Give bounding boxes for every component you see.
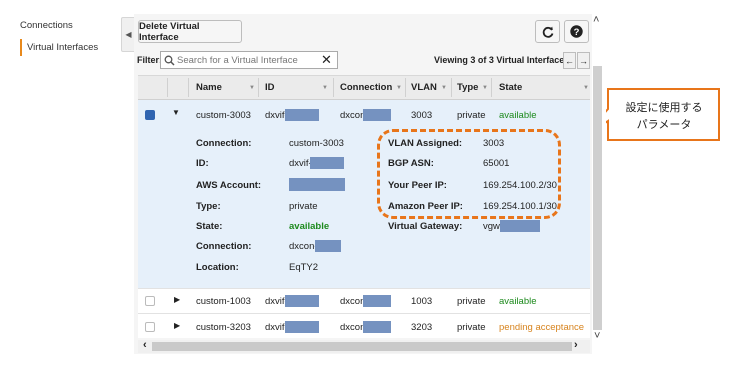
scroll-down-icon[interactable]: ˅ (594, 330, 600, 342)
previous-page-button[interactable]: ← (563, 52, 576, 69)
detail-label: Location: (196, 262, 239, 273)
sort-icon[interactable]: ▼ (322, 85, 328, 91)
detail-label: Connection: (196, 138, 252, 149)
detail-label: ID: (196, 158, 209, 169)
nav-active-indicator (20, 39, 22, 56)
sort-icon[interactable]: ▼ (482, 85, 488, 91)
callout-line1: 設定に使用する (625, 102, 703, 114)
vertical-scroll-thumb[interactable] (593, 66, 602, 330)
detail-value: private (289, 201, 318, 212)
column-divider (167, 78, 168, 97)
filter-label: Filter: (137, 55, 163, 65)
collapse-row-icon[interactable]: ▼ (172, 108, 180, 117)
detail-value: dxvif- (289, 158, 312, 169)
cell-vlan: 3203 (411, 322, 433, 333)
column-divider (188, 78, 189, 97)
cell-type: private (457, 110, 486, 121)
cell-name: custom-3203 (196, 322, 251, 333)
row-checkbox[interactable] (145, 110, 155, 120)
delete-virtual-interface-button[interactable]: Delete Virtual Interface (138, 20, 242, 43)
redacted-value (363, 295, 391, 307)
redacted-value (500, 220, 540, 232)
detail-value: available (289, 221, 330, 232)
column-divider (333, 78, 334, 97)
scroll-up-icon[interactable]: ˄ (593, 14, 599, 26)
callout-line2: パラメータ (636, 119, 692, 131)
column-header-vlan[interactable]: VLAN (411, 82, 437, 93)
arrow-left-icon: ← (565, 55, 574, 66)
search-icon (164, 55, 175, 66)
cell-state: available (499, 110, 537, 121)
detail-value: custom-3003 (289, 138, 344, 149)
cell-state: pending acceptance (499, 322, 585, 333)
redacted-value (289, 178, 345, 191)
column-header-name[interactable]: Name (196, 82, 222, 93)
arrow-right-icon: → (579, 55, 588, 66)
detail-label: State: (196, 221, 223, 232)
highlight-box (377, 129, 561, 219)
detail-label: Virtual Gateway: (388, 221, 463, 232)
redacted-value (285, 295, 319, 307)
nav-item-connections[interactable]: Connections (20, 20, 73, 31)
detail-label: AWS Account: (196, 180, 262, 191)
column-divider (405, 78, 406, 97)
nav-item-label: Virtual Interfaces (27, 42, 99, 53)
button-label: Delete Virtual Interface (139, 20, 200, 43)
column-divider (451, 78, 452, 97)
cell-vlan: 1003 (411, 296, 433, 307)
cell-name: custom-1003 (196, 296, 251, 307)
cell-state: available (499, 296, 537, 307)
viewing-count: Viewing 3 of 3 Virtual Interfaces (434, 55, 570, 65)
column-header-state[interactable]: State (499, 82, 522, 93)
scroll-left-icon[interactable]: ‹ (143, 339, 147, 351)
refresh-icon (542, 26, 553, 38)
redacted-value (363, 321, 391, 333)
detail-label: Type: (196, 201, 221, 212)
help-button[interactable]: ? (564, 20, 589, 43)
redacted-value (285, 109, 319, 121)
column-divider (491, 78, 492, 97)
expand-row-icon[interactable]: ▶ (174, 321, 180, 330)
clear-search-icon[interactable]: ✕ (321, 52, 332, 68)
detail-value: dxcon- (289, 241, 318, 252)
expand-row-icon[interactable]: ▶ (174, 295, 180, 304)
redacted-value (285, 321, 319, 333)
cell-vlan: 3003 (411, 110, 433, 121)
svg-text:?: ? (574, 27, 580, 38)
cell-name: custom-3003 (196, 110, 251, 121)
sort-icon[interactable]: ▼ (249, 85, 255, 91)
help-icon: ? (570, 25, 583, 38)
column-header-connection[interactable]: Connection (340, 82, 392, 93)
nav-item-label: Connections (20, 20, 73, 31)
next-page-button[interactable]: → (577, 52, 590, 69)
row-checkbox[interactable] (145, 322, 155, 332)
horizontal-scroll-thumb[interactable] (152, 342, 572, 351)
nav-item-virtual-interfaces[interactable]: Virtual Interfaces (27, 42, 98, 53)
chevron-left-icon: ◀ (125, 30, 132, 39)
cell-type: private (457, 322, 486, 333)
redacted-value (315, 240, 341, 252)
redacted-value (310, 157, 344, 169)
column-divider (258, 78, 259, 97)
redacted-value (363, 109, 391, 121)
column-header-id[interactable]: ID (265, 82, 275, 93)
search-input[interactable] (177, 53, 317, 67)
detail-label: Connection: (196, 241, 252, 252)
sort-icon[interactable]: ▼ (441, 85, 447, 91)
column-header-type[interactable]: Type (457, 82, 478, 93)
sort-icon[interactable]: ▼ (396, 85, 402, 91)
refresh-button[interactable] (535, 20, 560, 43)
detail-value: EqTY2 (289, 262, 319, 273)
search-field[interactable]: ✕ (160, 51, 338, 69)
sort-icon[interactable]: ▼ (583, 85, 589, 91)
scroll-right-icon[interactable]: › (574, 339, 578, 351)
row-checkbox[interactable] (145, 296, 155, 306)
cell-type: private (457, 296, 486, 307)
